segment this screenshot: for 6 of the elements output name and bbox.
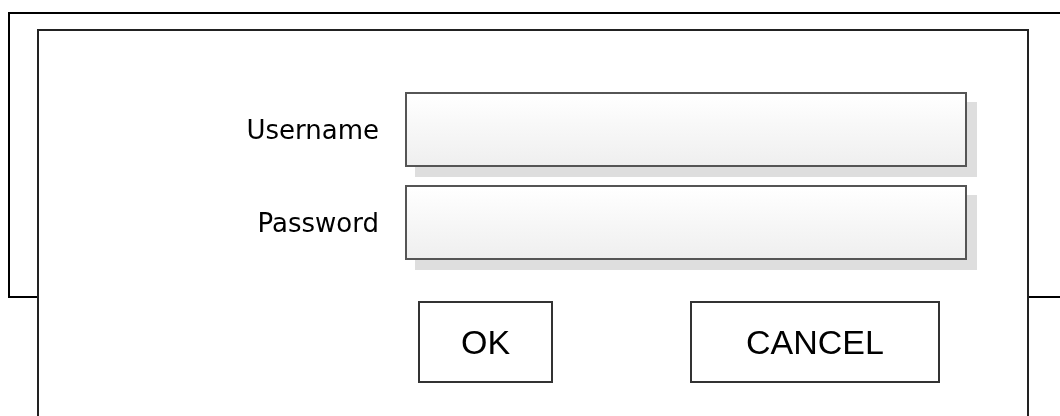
input-field[interactable] (405, 185, 967, 260)
cancel-button[interactable]: CANCEL (690, 301, 940, 383)
ok-button[interactable]: OK (418, 301, 553, 383)
field-label: Username (245, 116, 379, 143)
input-field[interactable] (405, 92, 967, 167)
field-label: Password (256, 209, 379, 236)
